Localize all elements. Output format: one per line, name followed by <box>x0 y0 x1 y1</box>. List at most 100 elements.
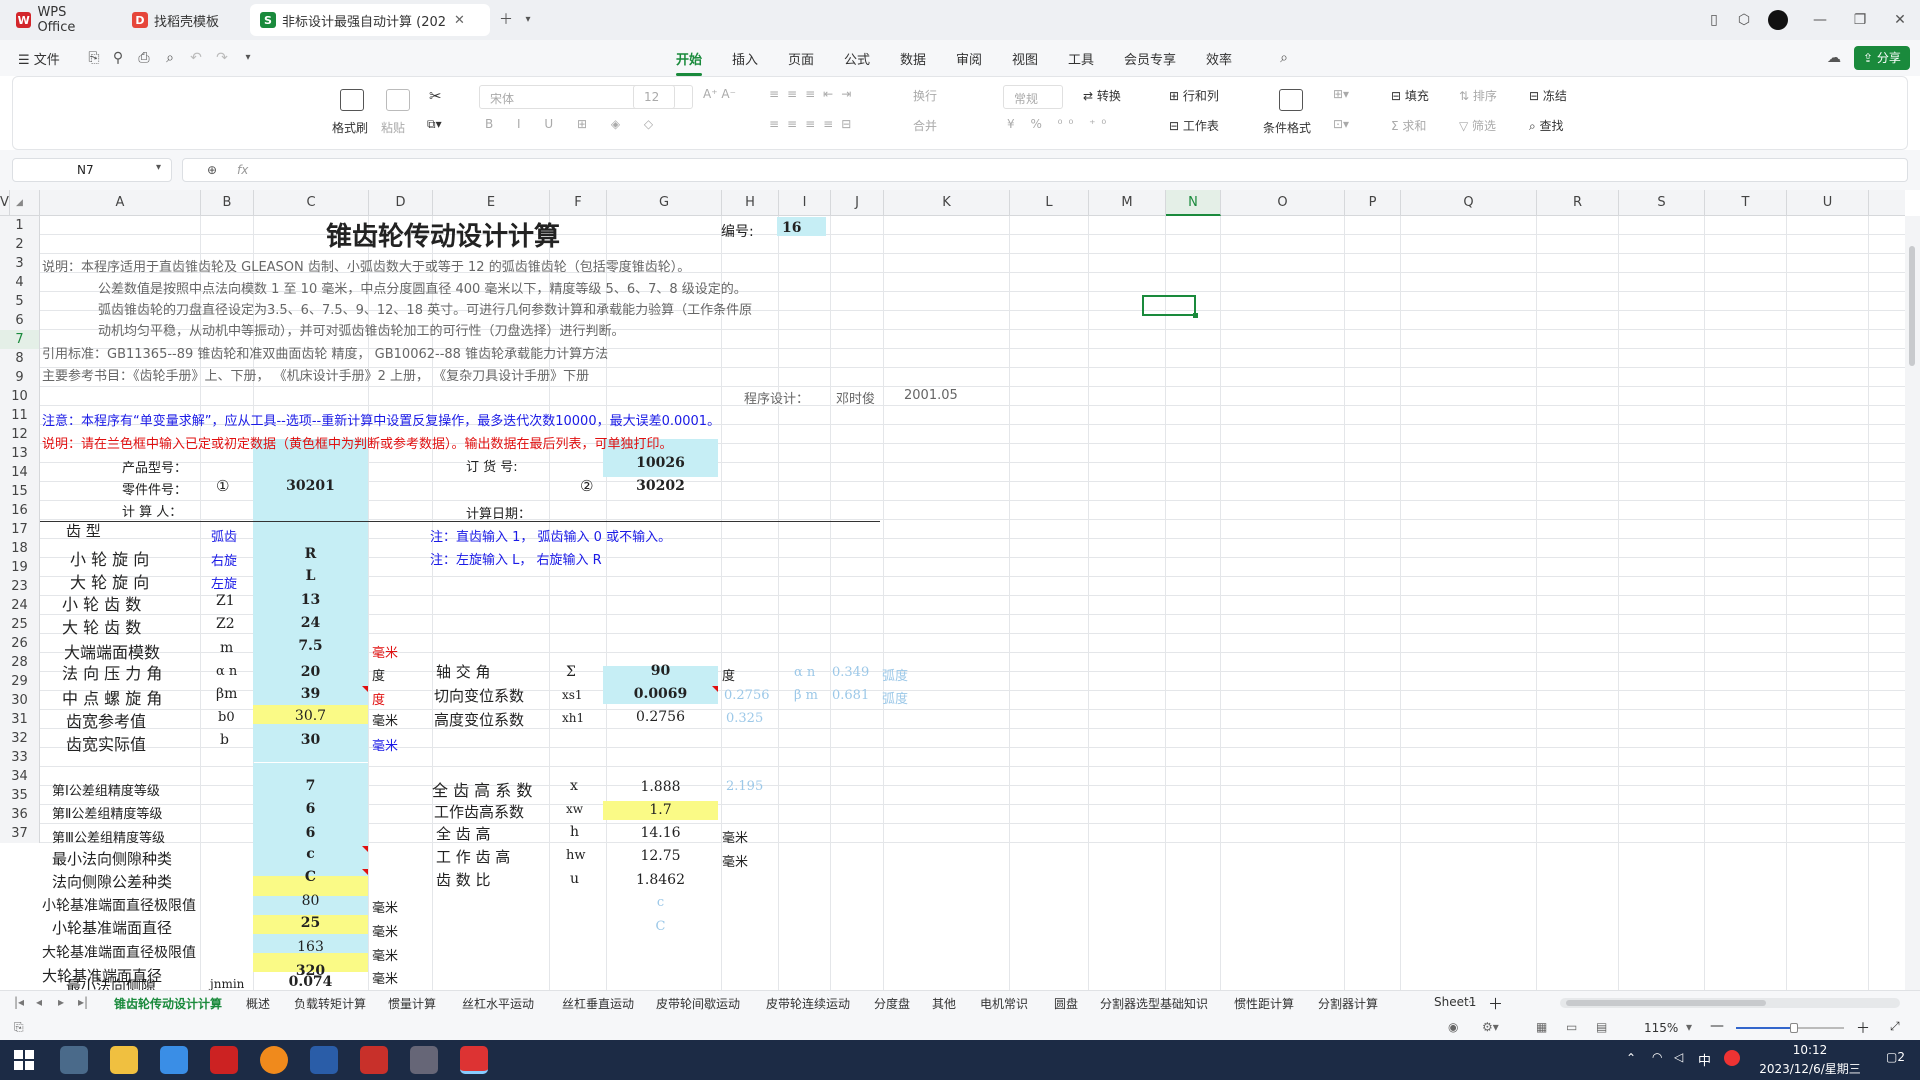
avatar[interactable] <box>1768 10 1788 30</box>
page-layout-icon[interactable]: ▭ <box>1566 1020 1577 1034</box>
column-header-o[interactable]: O <box>1221 190 1345 216</box>
row-header-4[interactable]: 4 <box>0 273 40 292</box>
tab-template[interactable]: D 找稻壳模板 <box>122 4 242 36</box>
formula-input[interactable]: ⊕ fx <box>182 158 1908 182</box>
undo-icon[interactable]: ↶ <box>186 48 206 68</box>
calculator-icon[interactable] <box>410 1046 438 1074</box>
column-header-m[interactable]: M <box>1089 190 1166 216</box>
name-box-chevron-icon[interactable]: ▾ <box>156 162 161 173</box>
column-header-t[interactable]: T <box>1705 190 1787 216</box>
row-header-13[interactable]: 13 <box>0 444 40 463</box>
sheet-tab[interactable]: 圆盘 <box>1054 995 1078 1012</box>
minimize-icon[interactable]: — <box>1810 10 1830 30</box>
app-icon-6[interactable] <box>310 1046 338 1074</box>
r37-value[interactable]: 0.074 <box>253 974 368 990</box>
clock-date[interactable]: 2023/12/6/星期三 <box>1752 1060 1868 1077</box>
row-header-8[interactable]: 8 <box>0 349 40 368</box>
row-header-29[interactable]: 29 <box>0 672 40 691</box>
comment-marker[interactable] <box>712 686 718 692</box>
row-header-1[interactable]: 1 <box>0 216 40 235</box>
tray-chevron-icon[interactable]: ⌃ <box>1626 1051 1636 1065</box>
copy-icon[interactable]: ⧉▾ <box>427 117 442 132</box>
column-header-k[interactable]: K <box>884 190 1010 216</box>
share-button[interactable]: ⇪ 分享 <box>1854 46 1910 70</box>
b-value[interactable]: 30 <box>253 732 368 748</box>
menu-member[interactable]: 会员专享 <box>1124 49 1176 68</box>
sheet-tab[interactable]: 负载转矩计算 <box>294 995 366 1012</box>
app-icon-3[interactable] <box>160 1046 188 1074</box>
sheet-tab[interactable]: 惯量计算 <box>388 995 436 1012</box>
z2-value[interactable]: 24 <box>253 615 368 631</box>
column-header-j[interactable]: J <box>831 190 884 216</box>
row-header-30[interactable]: 30 <box>0 691 40 710</box>
row-header-10[interactable]: 10 <box>0 387 40 406</box>
row-header-2[interactable]: 2 <box>0 235 40 254</box>
font-style-icons[interactable]: B I U ⊞ ◈ ◇ <box>485 117 663 131</box>
backlash-type-value[interactable]: c <box>253 846 368 862</box>
sheet-tab[interactable]: 分度盘 <box>874 995 910 1012</box>
menu-page[interactable]: 页面 <box>788 49 814 68</box>
page-break-icon[interactable]: ▤ <box>1596 1020 1607 1034</box>
merge-button[interactable]: 合并 <box>913 117 937 134</box>
restore-icon[interactable]: ❐ <box>1850 10 1870 30</box>
column-header-p[interactable]: P <box>1345 190 1401 216</box>
sheet-tab[interactable]: 电机常识 <box>980 995 1028 1012</box>
column-header-s[interactable]: S <box>1619 190 1705 216</box>
border-icon[interactable]: ⊡▾ <box>1333 117 1349 131</box>
sheet-tab[interactable]: 分割器计算 <box>1318 995 1378 1012</box>
column-header-e[interactable]: E <box>433 190 550 216</box>
column-header-v[interactable]: V <box>0 190 10 216</box>
filter-button[interactable]: ▽ 筛选 <box>1459 117 1496 134</box>
column-header-h[interactable]: H <box>722 190 779 216</box>
r34-value[interactable]: 25 <box>253 915 368 931</box>
find-button[interactable]: ⌕ 查找 <box>1529 117 1564 134</box>
sidebar-toggle-icon[interactable]: ▯ <box>1704 10 1724 30</box>
column-header-q[interactable]: Q <box>1401 190 1537 216</box>
row-header-33[interactable]: 33 <box>0 748 40 767</box>
module-value[interactable]: 7.5 <box>253 638 368 654</box>
wrap-button[interactable]: 换行 <box>913 87 937 104</box>
close-tab-icon[interactable]: ✕ <box>454 13 465 28</box>
save-icon[interactable]: ⎘ <box>84 48 104 68</box>
row-header-7[interactable]: 7 <box>0 330 40 349</box>
paste-button[interactable]: 粘贴 <box>381 119 405 136</box>
prev-sheet-icon[interactable]: ◂ <box>36 995 42 1009</box>
shaft-angle-value[interactable]: 90 <box>603 663 718 679</box>
row-header-3[interactable]: 3 <box>0 254 40 273</box>
horizontal-scroll-thumb[interactable] <box>1566 1000 1766 1006</box>
menu-formula[interactable]: 公式 <box>844 49 870 68</box>
row-header-31[interactable]: 31 <box>0 710 40 729</box>
menu-home[interactable]: 开始 <box>676 49 703 76</box>
fx-icon[interactable]: fx <box>237 163 248 177</box>
more-sheets-icon[interactable]: ··· <box>1464 995 1475 1009</box>
row-header-17[interactable]: 17 <box>0 520 40 539</box>
menu-data[interactable]: 数据 <box>900 49 926 68</box>
browser-icon[interactable] <box>260 1046 288 1074</box>
row-header-15[interactable]: 15 <box>0 482 40 501</box>
cut-icon[interactable]: ✂ <box>429 87 442 105</box>
sheet-tab[interactable]: 其他 <box>932 995 956 1012</box>
wps-taskbar-icon[interactable] <box>460 1046 488 1074</box>
sheet-tab[interactable]: 概述 <box>246 995 270 1012</box>
sheet-tab[interactable]: 皮带轮连续运动 <box>766 995 850 1012</box>
macro-icon[interactable]: ⎘ <box>14 1020 24 1035</box>
big-dir-value[interactable]: L <box>253 568 368 584</box>
part-1-value[interactable]: 30201 <box>253 478 368 494</box>
notification-icon[interactable]: ▢2 <box>1886 1050 1905 1064</box>
windows-start-icon[interactable] <box>14 1050 34 1070</box>
fill-button[interactable]: ⊟ 填充 <box>1391 87 1429 104</box>
font-size-select[interactable]: 12 <box>633 85 693 109</box>
column-header-g[interactable]: G <box>607 190 722 216</box>
clock-time[interactable]: 10:12 <box>1760 1043 1860 1057</box>
column-header-f[interactable]: F <box>550 190 607 216</box>
first-sheet-icon[interactable]: |◂ <box>14 995 24 1009</box>
solidworks-icon[interactable] <box>210 1046 238 1074</box>
zoom-slider-handle[interactable] <box>1790 1023 1798 1033</box>
row-header-23[interactable]: 23 <box>0 577 40 596</box>
volume-icon[interactable]: ◁ <box>1674 1050 1683 1064</box>
row-header-36[interactable]: 36 <box>0 805 40 824</box>
row-header-25[interactable]: 25 <box>0 615 40 634</box>
row-header-9[interactable]: 9 <box>0 368 40 387</box>
spreadsheet-grid[interactable]: ◢ A B C D E F G H I J K L M N O P Q R S T U V 1 2 3 4 5 6 7 8 9 10 11 12 1… <box>0 190 1920 990</box>
preview-icon[interactable]: ⌕ <box>160 48 180 68</box>
